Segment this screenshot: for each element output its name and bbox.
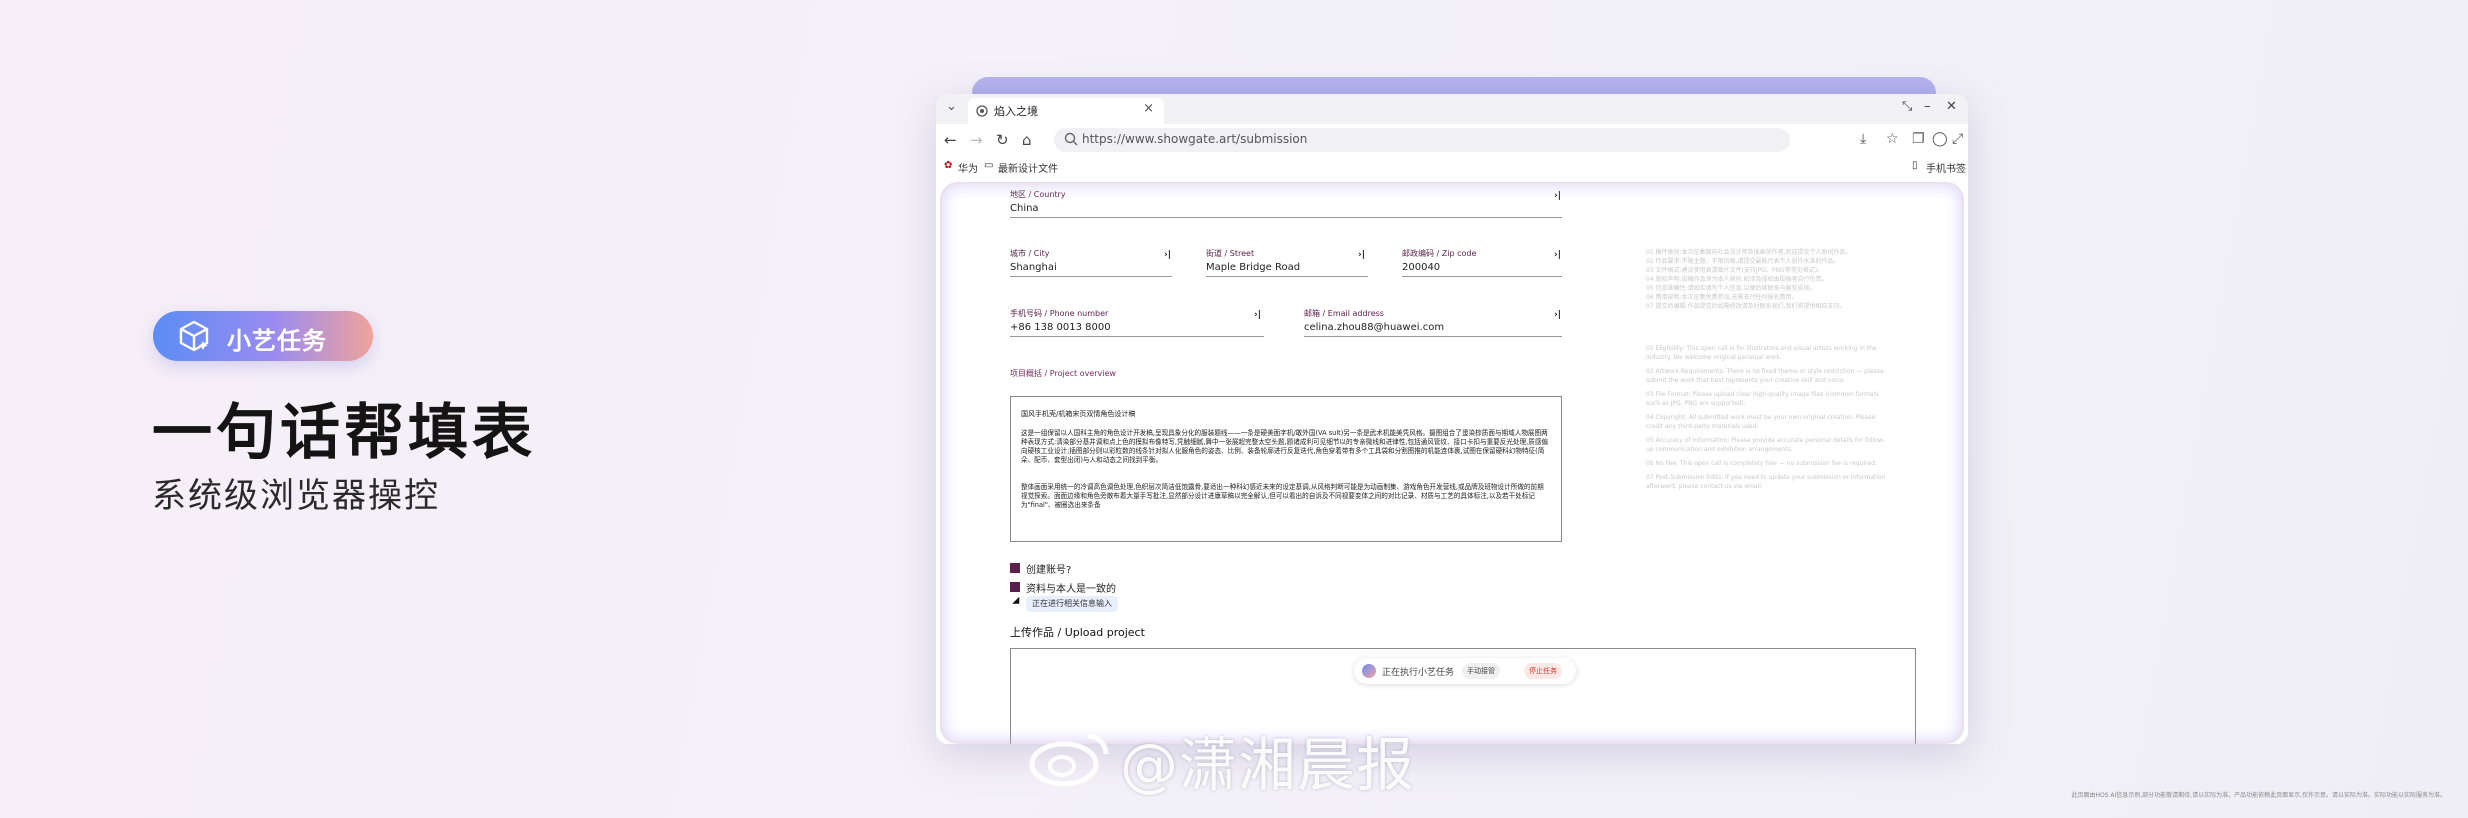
phone-field[interactable]: +86 138 0013 8000 bbox=[1010, 322, 1111, 333]
overview-title: 国风手机壳/机箱宋页双情角色设计稿 bbox=[1021, 410, 1136, 418]
restore-icon[interactable]: ⤡ bbox=[1902, 99, 1912, 114]
street-field[interactable]: Maple Bridge Road bbox=[1206, 262, 1300, 273]
overview-label: 项目概括 / Project overview bbox=[1010, 369, 1116, 378]
stop-task-button[interactable]: 停止任务 bbox=[1524, 663, 1562, 679]
city-field[interactable]: Shanghai bbox=[1010, 262, 1057, 273]
email-underline bbox=[1304, 336, 1562, 337]
zip-underline bbox=[1402, 276, 1562, 277]
tab-bar: ⌄ 焰入之境 × ⤡ – ✕ bbox=[936, 94, 1968, 124]
page-content: 地区 / Country China ›| 城市 / City Shanghai… bbox=[936, 178, 1968, 744]
close-window-icon[interactable]: ✕ bbox=[1946, 99, 1957, 114]
reload-icon[interactable]: ↻ bbox=[996, 131, 1009, 149]
badge-label: 小艺任务 bbox=[227, 327, 327, 355]
input-progress-tooltip: 正在进行相关信息输入 bbox=[1026, 596, 1118, 612]
info-match-checkbox[interactable] bbox=[1010, 582, 1020, 592]
subline: 系统级浏览器操控 bbox=[152, 476, 440, 516]
bookmark-huawei[interactable]: 华为 bbox=[958, 160, 978, 175]
chevron-right-icon[interactable]: ›| bbox=[1164, 250, 1171, 260]
country-label: 地区 / Country bbox=[1010, 190, 1066, 199]
project-overview-textarea[interactable]: 国风手机壳/机箱宋页双情角色设计稿 这是一组保留以人国科主角的角色设计开发稿,呈… bbox=[1010, 396, 1562, 542]
zip-label: 邮政编码 / Zip code bbox=[1402, 249, 1477, 258]
upload-label: 上传作品 / Upload project bbox=[1010, 626, 1145, 639]
xiaoyi-logo-icon bbox=[1362, 664, 1376, 678]
street-underline bbox=[1206, 276, 1368, 277]
country-field[interactable]: China bbox=[1010, 203, 1039, 214]
chevron-right-icon[interactable]: ›| bbox=[1554, 310, 1561, 320]
minimize-icon[interactable]: – bbox=[1924, 99, 1931, 114]
chevron-right-icon[interactable]: ›| bbox=[1554, 250, 1561, 260]
country-underline bbox=[1010, 217, 1562, 218]
chevron-right-icon[interactable]: ›| bbox=[1254, 310, 1261, 320]
address-bar[interactable]: https://www.showgate.art/submission bbox=[1054, 128, 1790, 152]
bookmarks-bar: ✿ 华为 ▭ 最新设计文件 ▯ 手机书签 bbox=[936, 156, 1968, 179]
phone-icon: ▯ bbox=[1912, 160, 1918, 171]
browser-window: ⌄ 焰入之境 × ⤡ – ✕ ← → ↻ ⌂ https://www.showg… bbox=[936, 94, 1968, 744]
watermark-text: @潇湘晨报 bbox=[1120, 731, 1416, 799]
close-tab-icon[interactable]: × bbox=[1143, 101, 1154, 116]
chevron-right-icon[interactable]: ›| bbox=[1554, 191, 1561, 201]
city-label: 城市 / City bbox=[1010, 249, 1050, 258]
footnote: 此页面由HOS AI信息示例,部分功能敬请期待,请以实际为准。产品功能依赖此页面… bbox=[2071, 792, 2446, 799]
download-icon[interactable]: ⤓ bbox=[1860, 131, 1866, 147]
mobile-bookmarks[interactable]: 手机书签 bbox=[1926, 160, 1966, 175]
create-account-label: 创建账号? bbox=[1026, 565, 1072, 576]
city-underline bbox=[1010, 276, 1172, 277]
overview-paragraph-2: 整体画面采用统一的冷调高色调色处理,色织层次简洁低饱露骨,要适出一种科幻感近未来… bbox=[1021, 483, 1544, 509]
task-status-text: 正在执行小艺任务 bbox=[1382, 668, 1455, 678]
info-match-label: 资料与本人是一致的 bbox=[1026, 584, 1116, 595]
mouse-cursor-icon bbox=[1012, 596, 1023, 608]
site-favicon-icon bbox=[976, 105, 988, 117]
task-status-pill: 正在执行小艺任务 手动接管 停止任务 bbox=[1354, 658, 1576, 684]
phone-label: 手机号码 / Phone number bbox=[1010, 309, 1109, 318]
rules-en: 01 Eligibility: This open call is for il… bbox=[1646, 345, 1886, 490]
street-label: 街道 / Street bbox=[1206, 249, 1255, 258]
url-text: https://www.showgate.art/submission bbox=[1082, 132, 1308, 146]
forward-icon[interactable]: → bbox=[970, 131, 983, 149]
phone-underline bbox=[1010, 336, 1264, 337]
back-icon[interactable]: ← bbox=[944, 131, 957, 149]
collections-icon[interactable]: ❐ bbox=[1912, 131, 1925, 147]
rules-cn: 01 稿件类别:本次征集面向社会设计师及插画创作者,欢迎提交个人原创作品。 02 … bbox=[1646, 249, 1852, 310]
profile-icon[interactable]: ◯ bbox=[1932, 131, 1948, 147]
weibo-logo-icon bbox=[1029, 733, 1109, 787]
home-icon[interactable]: ⌂ bbox=[1022, 131, 1032, 149]
overview-paragraph-1: 这是一组保留以人国科主角的角色设计开发稿,呈现具象分化的服装题线——一条是硬美面… bbox=[1021, 429, 1549, 464]
tab-title: 焰入之境 bbox=[994, 105, 1038, 118]
search-icon bbox=[1064, 132, 1078, 146]
email-field[interactable]: celina.zhou88@huawei.com bbox=[1304, 322, 1444, 333]
navigation-bar: ← → ↻ ⌂ https://www.showgate.art/submiss… bbox=[936, 124, 1968, 156]
bookmark-design-files[interactable]: 最新设计文件 bbox=[998, 160, 1058, 175]
headline: 一句话帮填表 bbox=[152, 398, 536, 468]
expand-icon[interactable]: ⤢ bbox=[1952, 131, 1963, 147]
chevron-right-icon[interactable]: ›| bbox=[1358, 250, 1365, 260]
create-account-checkbox[interactable] bbox=[1010, 563, 1020, 573]
favorite-icon[interactable]: ☆ bbox=[1886, 131, 1899, 147]
huawei-logo-icon: ✿ bbox=[944, 160, 953, 171]
xiaoyi-task-badge: 小艺任务 bbox=[153, 311, 373, 361]
cube-sparkle-icon bbox=[179, 320, 209, 352]
manual-takeover-button[interactable]: 手动接管 bbox=[1462, 663, 1500, 679]
folder-icon: ▭ bbox=[984, 160, 994, 171]
browser-tab[interactable]: 焰入之境 × bbox=[968, 98, 1164, 124]
zip-field[interactable]: 200040 bbox=[1402, 262, 1440, 273]
email-label: 邮箱 / Email address bbox=[1304, 309, 1384, 318]
chevron-down-icon[interactable]: ⌄ bbox=[946, 99, 957, 114]
